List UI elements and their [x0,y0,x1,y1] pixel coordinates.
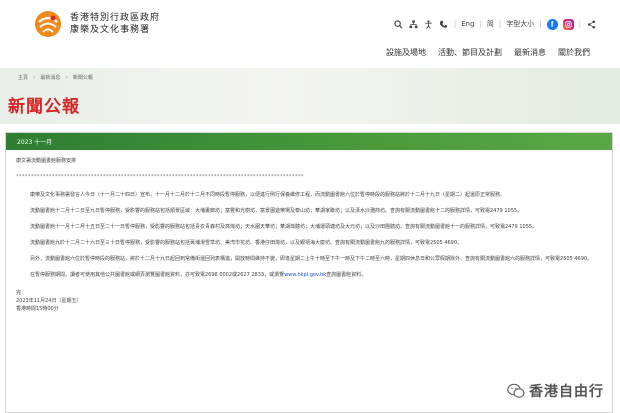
paragraph: 另外，流動圖書館六位於暫停時段的服務站，將於十二月十九日起回到常備街還回列表構進… [30,256,593,262]
breadcrumb-home[interactable]: 主頁 [18,74,28,81]
press-release-body: 康文署流動圖書館服務安排 ***************************… [16,157,596,313]
utility-bar: | Eng | 简 | 字型大小 | f | [394,17,596,31]
page-title: 新聞公報 [8,97,80,117]
accessibility-icon[interactable] [424,19,434,29]
organization-name[interactable]: 香港特別行政區政府 康樂及文化事務署 [70,12,160,36]
paragraph-with-link: 在暫停服務期間，讀者可使用其他公共圖書館或網頁瀏覽圖書館資料，亦可致電2698 … [16,271,596,279]
separator: | [498,20,502,28]
breadcrumb-whats-new[interactable]: 最新消息 [40,74,60,81]
paragraph: 流動圖書館十一月十二月十五日至二十一日暫停服務，受影響的服務站包括青衣青森村及高… [30,224,538,230]
hkpl-website-link[interactable]: www.hkpl.gov.hk [284,272,326,278]
month-header: 2023 十一月 [6,133,612,150]
lang-sc-link[interactable]: 简 [487,19,494,29]
breadcrumb-current: 新聞公報 [72,75,93,81]
nav-item-whats-new[interactable]: 最新消息 [514,47,546,58]
lcsd-logo-icon[interactable] [34,10,62,38]
breadcrumb-separator: › [33,74,36,81]
org-name-line2: 康樂及文化事務署 [70,25,151,35]
instagram-icon[interactable] [562,18,574,30]
watermark-text: 香港自由行 [529,384,604,400]
share-icon[interactable] [586,19,596,29]
end-mark: 完 [16,290,22,296]
phone-icon[interactable] [439,19,449,29]
separator: | [479,20,482,28]
org-name-line1: 香港特別行政區政府 [70,13,161,23]
separator: | [453,20,457,28]
main-nav: 設施及場地 活動、節目及計劃 最新消息 關於我們 [386,47,590,58]
font-size-control[interactable]: 字型大小 [506,19,534,29]
site-header: 香港特別行政區政府 康樂及文化事務署 | Eng | 简 | 字型大小 | f … [0,0,620,68]
release-title: 康文署流動圖書館服務安排 [16,158,77,164]
separator: | [578,20,581,28]
nav-item-activities[interactable]: 活動、節目及計劃 [438,47,502,58]
paragraph: 康樂及文化事務署發言人今日（十一月二十四日）宣布，十一月十二月於十二月不同時段暫… [30,192,506,198]
nav-item-facilities[interactable]: 設施及場地 [386,47,426,58]
paragraph-tail: 查詢圖書館資料。 [326,272,367,278]
release-signoff: 完 2023年11月24日（星期五） 香港時間15時00分 [16,289,596,313]
search-icon[interactable] [394,19,404,29]
page-banner [0,68,620,124]
paragraph: 流動圖書館九於十二月二十六日至三十日暫停服務，受影響的服務站包括黃埔滑雪草坊、美… [30,240,463,246]
separator: | [539,20,542,28]
watermark: 香港自由行 [503,379,608,403]
sitemap-icon[interactable] [409,19,419,29]
separator-stars: ****************************************… [16,174,304,180]
lang-en-link[interactable]: Eng [461,20,474,28]
paragraph: 流動圖書館十二月十二日至九日暫停服務，受影響的服務站包括順景區域：大埔畫廊坊；富… [30,208,523,214]
paragraph-text: 在暫停服務期間，讀者可使用其他公共圖書館或網頁瀏覽圖書館資料，亦可致電2698 … [30,272,285,278]
release-time: 香港時間15時00分 [16,306,59,312]
press-release-panel: 2023 十一月 康文署流動圖書館服務安排 ******************… [5,132,613,413]
nav-item-about-us[interactable]: 關於我們 [558,47,590,58]
breadcrumb-separator: › [65,74,68,81]
wechat-icon [507,383,525,398]
release-date: 2023年11月24日（星期五） [16,298,82,304]
facebook-icon[interactable]: f [546,18,558,30]
breadcrumb: 主頁 › 最新消息 › 新聞公報 [18,74,93,81]
